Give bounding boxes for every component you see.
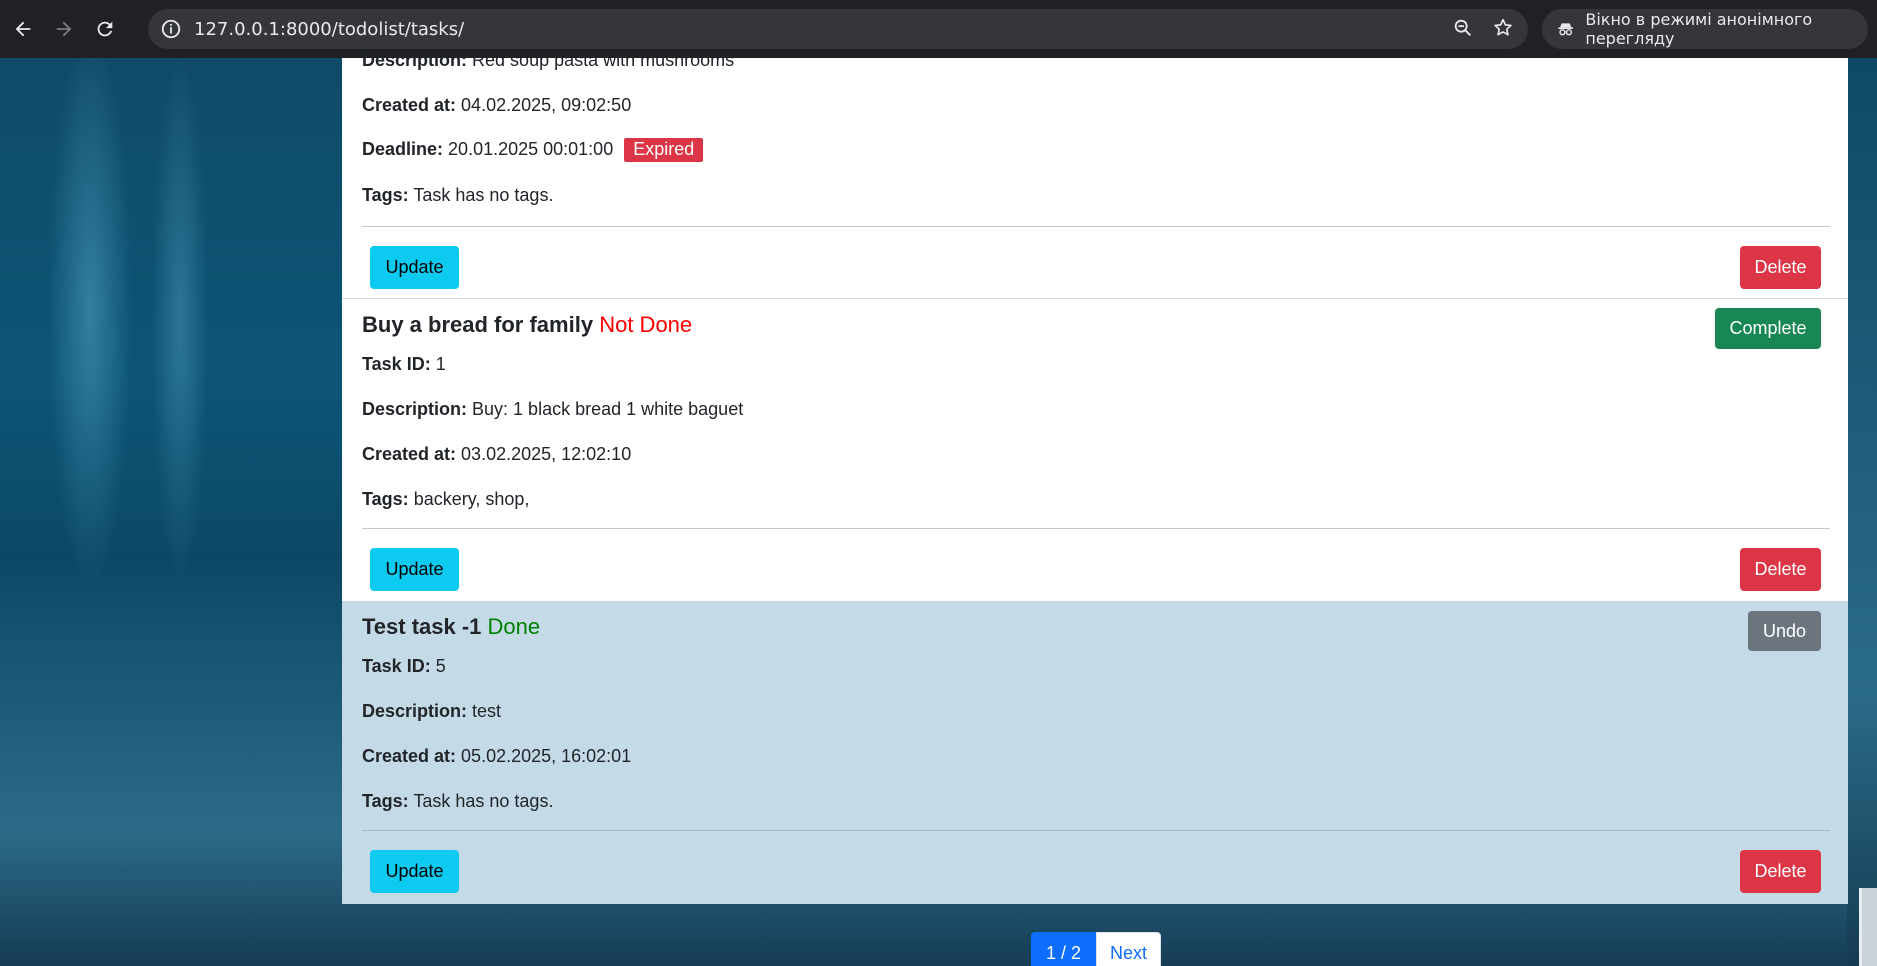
task-card: Description: Red soup pasta with mushroo…: [342, 50, 1848, 298]
update-button[interactable]: Update: [370, 850, 459, 893]
created-at-label: Created at:: [362, 746, 457, 766]
task-created-at: Created at: 04.02.2025, 09:02:50: [362, 95, 631, 116]
site-info-icon[interactable]: [160, 18, 182, 40]
description-label: Description:: [362, 701, 468, 721]
task-title-text: Test task -1: [362, 614, 482, 639]
task-created-at: Created at: 03.02.2025, 12:02:10: [362, 444, 631, 465]
expired-badge: Expired: [624, 138, 704, 162]
description-value: test: [472, 701, 502, 721]
task-card-done: Test task -1 Done Undo Task ID: 5 Descri…: [342, 601, 1848, 904]
forward-button[interactable]: [46, 11, 82, 47]
created-at-value: 04.02.2025, 09:02:50: [461, 95, 632, 115]
task-tags: Tags: Task has no tags.: [362, 791, 553, 812]
update-button[interactable]: Update: [370, 548, 459, 591]
description-value: Buy: 1 black bread 1 white baguet: [472, 399, 744, 419]
task-tags: Tags: backery, shop,: [362, 489, 529, 510]
status-done: Done: [487, 614, 541, 639]
description-value: Red soup pasta with mushrooms: [472, 50, 735, 70]
divider: [362, 226, 1830, 227]
tags-label: Tags:: [362, 489, 409, 509]
task-list-panel: Description: Red soup pasta with mushroo…: [342, 50, 1848, 904]
next-page-link[interactable]: Next: [1096, 932, 1161, 966]
back-button[interactable]: [5, 11, 41, 47]
task-id-label: Task ID:: [362, 354, 431, 374]
tags-value: Task has no tags.: [413, 185, 554, 205]
task-deadline: Deadline: 20.01.2025 00:01:00 Expired: [362, 138, 704, 162]
task-title-text: Buy a bread for family: [362, 312, 594, 337]
created-at-value: 03.02.2025, 12:02:10: [461, 444, 632, 464]
page-current[interactable]: 1 / 2: [1031, 932, 1096, 966]
delete-button[interactable]: Delete: [1740, 548, 1821, 591]
task-card: Buy a bread for family Not Done Complete…: [342, 299, 1848, 601]
address-bar[interactable]: 127.0.0.1:8000/todolist/tasks/: [148, 9, 1528, 49]
task-id-value: 5: [435, 656, 446, 676]
update-button[interactable]: Update: [370, 246, 459, 289]
delete-button[interactable]: Delete: [1740, 246, 1821, 289]
task-title: Test task -1 Done: [362, 614, 540, 640]
task-id-label: Task ID:: [362, 656, 431, 676]
bookmark-star-icon[interactable]: [1492, 17, 1514, 39]
incognito-icon: [1558, 23, 1573, 36]
created-at-label: Created at:: [362, 95, 457, 115]
pagination: 1 / 2 Next: [1031, 932, 1161, 966]
description-label: Description:: [362, 50, 468, 70]
divider: [362, 830, 1830, 831]
deadline-value: 20.01.2025 00:01:00: [448, 139, 614, 159]
task-description: Description: test: [362, 701, 501, 722]
task-id: Task ID: 1: [362, 354, 446, 375]
task-description: Description: Buy: 1 black bread 1 white …: [362, 399, 743, 420]
page-background-right: [1847, 58, 1877, 966]
arrow-right-icon: [56, 21, 72, 37]
deadline-label: Deadline:: [362, 139, 444, 159]
created-at-label: Created at:: [362, 444, 457, 464]
url-text[interactable]: 127.0.0.1:8000/todolist/tasks/: [194, 19, 464, 40]
task-tags: Tags: Task has no tags.: [362, 185, 553, 206]
created-at-value: 05.02.2025, 16:02:01: [461, 746, 632, 766]
incognito-indicator[interactable]: Вікно в режимі анонімного перегляду: [1542, 9, 1868, 49]
reload-icon: [97, 21, 113, 37]
arrow-left-icon: [15, 21, 31, 37]
task-title: Buy a bread for family Not Done: [362, 312, 692, 338]
task-description: Description: Red soup pasta with mushroo…: [362, 50, 734, 71]
task-created-at: Created at: 05.02.2025, 16:02:01: [362, 746, 631, 767]
reload-button[interactable]: [87, 11, 123, 47]
tags-label: Tags:: [362, 185, 409, 205]
status-not-done: Not Done: [599, 312, 693, 337]
complete-button[interactable]: Complete: [1715, 308, 1821, 349]
divider: [362, 528, 1830, 529]
delete-button[interactable]: Delete: [1740, 850, 1821, 893]
tags-label: Tags:: [362, 791, 409, 811]
tags-value: Task has no tags.: [413, 791, 554, 811]
undo-button[interactable]: Undo: [1748, 611, 1821, 651]
description-label: Description:: [362, 399, 468, 419]
incognito-label: Вікно в режимі анонімного перегляду: [1585, 10, 1813, 48]
zoom-icon[interactable]: [1452, 17, 1474, 39]
task-id-value: 1: [435, 354, 446, 374]
task-id: Task ID: 5: [362, 656, 446, 677]
tags-value: backery, shop,: [413, 489, 530, 509]
scrollbar-thumb[interactable]: [1859, 888, 1877, 966]
